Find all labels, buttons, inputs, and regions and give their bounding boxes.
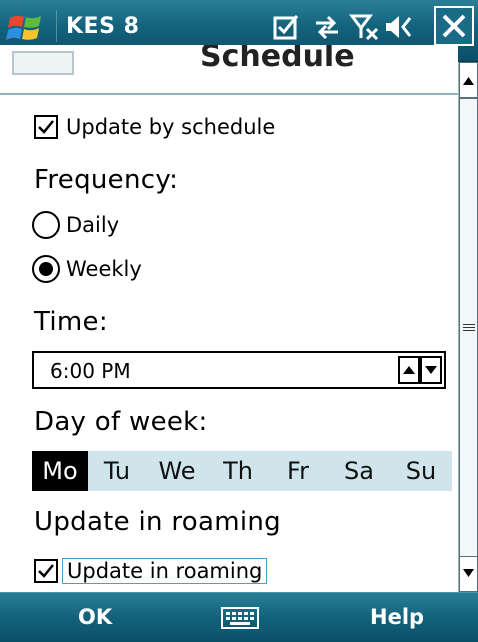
arrow-down-icon	[463, 569, 474, 577]
update-by-schedule-option[interactable]: Update by schedule	[34, 111, 275, 143]
time-decrement-button[interactable]	[420, 356, 442, 384]
time-value[interactable]: 6:00 PM	[50, 359, 131, 383]
arrow-down-icon	[425, 366, 437, 374]
radio-daily[interactable]: Daily	[32, 209, 119, 241]
schedule-heading: Schedule	[0, 45, 458, 95]
radio-label-weekly: Weekly	[66, 257, 142, 281]
time-title: Time:	[34, 307, 108, 337]
radio-button-weekly[interactable]	[32, 255, 60, 283]
day-tuesday[interactable]: Tu	[88, 451, 146, 491]
day-thursday[interactable]: Th	[208, 451, 268, 491]
page-title: Schedule	[200, 45, 355, 74]
day-saturday[interactable]: Sa	[328, 451, 390, 491]
roaming-title: Update in roaming	[34, 507, 281, 537]
arrow-up-icon	[463, 77, 474, 85]
scroll-down-button[interactable]	[459, 556, 478, 592]
app-title: KES 8	[66, 14, 140, 39]
softkey-bar: OK Help	[0, 592, 478, 642]
calendar-icon	[12, 51, 74, 75]
day-monday[interactable]: Mo	[32, 451, 88, 491]
update-by-schedule-label: Update by schedule	[66, 115, 276, 139]
time-picker[interactable]: 6:00 PM	[32, 351, 446, 389]
radio-button-daily[interactable]	[32, 211, 60, 239]
title-divider	[56, 10, 57, 42]
day-friday[interactable]: Fr	[268, 451, 328, 491]
scroll-grip-icon	[463, 324, 475, 332]
notification-icon[interactable]	[270, 10, 304, 44]
checkmark-icon	[38, 120, 54, 134]
ok-softkey[interactable]: OK	[78, 605, 112, 629]
signal-icon[interactable]	[348, 10, 382, 44]
update-by-schedule-checkbox[interactable]	[34, 115, 58, 139]
keyboard-icon[interactable]	[220, 605, 260, 631]
radio-label-daily: Daily	[66, 213, 120, 237]
volume-icon[interactable]	[382, 10, 416, 44]
arrow-up-icon	[403, 366, 415, 374]
windows-start-icon[interactable]	[6, 8, 46, 48]
day-of-week-selector: Mo Tu We Th Fr Sa Su	[32, 451, 452, 491]
close-button[interactable]	[434, 6, 474, 46]
close-icon	[442, 14, 466, 38]
update-in-roaming-checkbox[interactable]	[34, 559, 58, 583]
day-wednesday[interactable]: We	[146, 451, 208, 491]
time-increment-button[interactable]	[398, 356, 420, 384]
day-of-week-title: Day of week:	[34, 407, 208, 437]
scroll-up-button[interactable]	[459, 62, 478, 98]
schedule-form: Update by schedule Frequency: Daily Week…	[0, 95, 458, 592]
connectivity-icon[interactable]	[310, 10, 344, 44]
help-softkey[interactable]: Help	[370, 605, 424, 629]
vertical-scrollbar[interactable]	[458, 62, 478, 592]
scroll-thumb[interactable]	[459, 98, 478, 558]
update-in-roaming-option[interactable]: Update in roaming	[34, 555, 268, 587]
update-in-roaming-label: Update in roaming	[62, 558, 268, 584]
radio-weekly[interactable]: Weekly	[32, 253, 142, 285]
day-sunday[interactable]: Su	[390, 451, 452, 491]
frequency-title: Frequency:	[34, 165, 179, 195]
checkmark-icon	[38, 564, 54, 578]
